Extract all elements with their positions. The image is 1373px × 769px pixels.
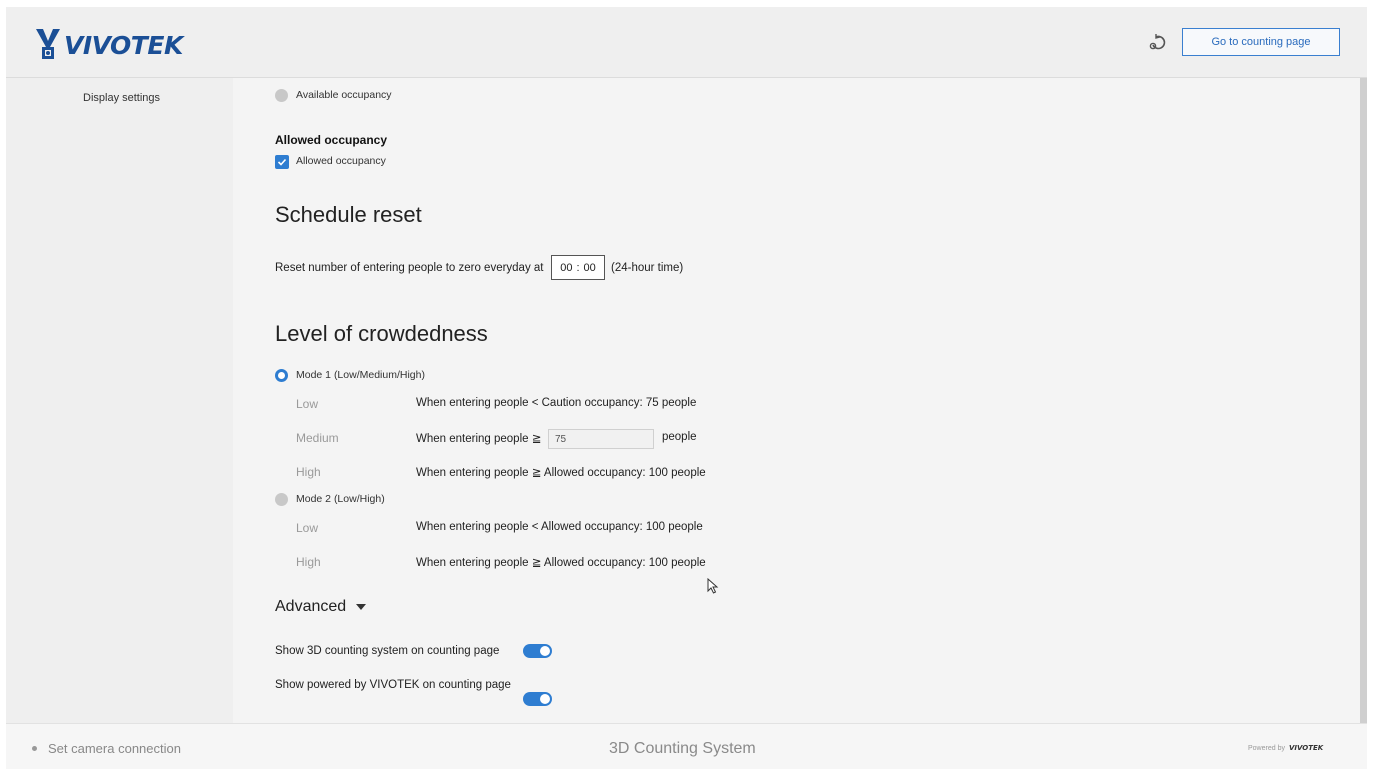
mode2-radio[interactable] [275,493,288,506]
time-separator: : [576,261,580,274]
app-window: VIVOTEK Go to counting page Display sett… [6,7,1367,769]
logo-mark-icon [36,29,60,59]
schedule-reset-label: Reset number of entering people to zero … [275,262,544,274]
mode2-high-level: High [296,555,321,569]
toggle-3d-label: Show 3D counting system on counting page [275,645,500,657]
allowed-occupancy-checkbox-label: Allowed occupancy [296,155,386,167]
main-scrollbar[interactable] [1360,78,1367,723]
refresh-icon[interactable] [1147,31,1169,53]
advanced-title: Advanced [275,598,347,615]
mode2-low-desc: When entering people < Allowed occupancy… [416,521,703,533]
app-name: 3D Counting System [609,740,756,757]
powered-by-text: Powered by [1248,744,1285,752]
caret-down-icon [356,604,367,610]
vivotek-logo: VIVOTEK [34,25,183,65]
mode2-label: Mode 2 (Low/High) [296,493,385,505]
toggle-3d-switch[interactable] [523,644,552,658]
reset-time-input[interactable]: 00 : 00 [551,255,605,280]
schedule-reset-title: Schedule reset [275,202,422,227]
advanced-toggle[interactable]: Advanced [275,598,367,616]
mode2-high-desc: When entering people ≧ Allowed occupancy… [416,557,706,569]
mode1-high-desc: When entering people ≧ Allowed occupancy… [416,467,706,479]
mode1-low-desc: When entering people < Caution occupancy… [416,397,697,409]
available-occupancy-label: Available occupancy [296,89,392,101]
mode1-label: Mode 1 (Low/Medium/High) [296,369,425,381]
powered-by: Powered by VIVOTEK [1248,744,1323,752]
set-camera-connection-link[interactable]: Set camera connection [48,741,181,756]
sidebar: Display settings [6,78,233,723]
go-to-counting-page-button[interactable]: Go to counting page [1182,28,1340,56]
mode1-medium-desc: When entering people ≧ [416,433,542,445]
toggle-powered-label: Show powered by VIVOTEK on counting page [275,679,511,691]
reset-hour[interactable]: 00 [560,262,572,274]
checkmark-icon [277,158,287,166]
mode2-low-level: Low [296,521,319,535]
sidebar-item-display-settings[interactable]: Display settings [83,92,160,104]
mode1-radio[interactable] [275,369,288,382]
toggle-powered-switch[interactable] [523,692,552,706]
status-dot-icon [32,746,37,751]
crowdedness-title: Level of crowdedness [275,321,488,346]
mode1-low-level: Low [296,397,319,411]
mouse-cursor-icon [707,578,719,594]
powered-by-brand: VIVOTEK [1288,744,1324,752]
medium-threshold-unit: people [662,431,697,443]
time-format-hint: (24-hour time) [611,262,684,274]
header: VIVOTEK Go to counting page [6,7,1367,78]
allowed-occupancy-checkbox[interactable] [275,155,289,169]
footer: Set camera connection 3D Counting System… [6,723,1367,769]
logo-text: VIVOTEK [64,30,183,60]
allowed-occupancy-heading: Allowed occupancy [275,133,388,147]
mode1-high-level: High [296,465,321,479]
main-panel: Available occupancy Allowed occupancy Al… [233,78,1360,723]
medium-threshold-input[interactable]: 75 [548,429,654,449]
mode1-medium-level: Medium [296,431,339,445]
available-occupancy-radio[interactable] [275,89,288,102]
reset-minute[interactable]: 00 [584,262,596,274]
